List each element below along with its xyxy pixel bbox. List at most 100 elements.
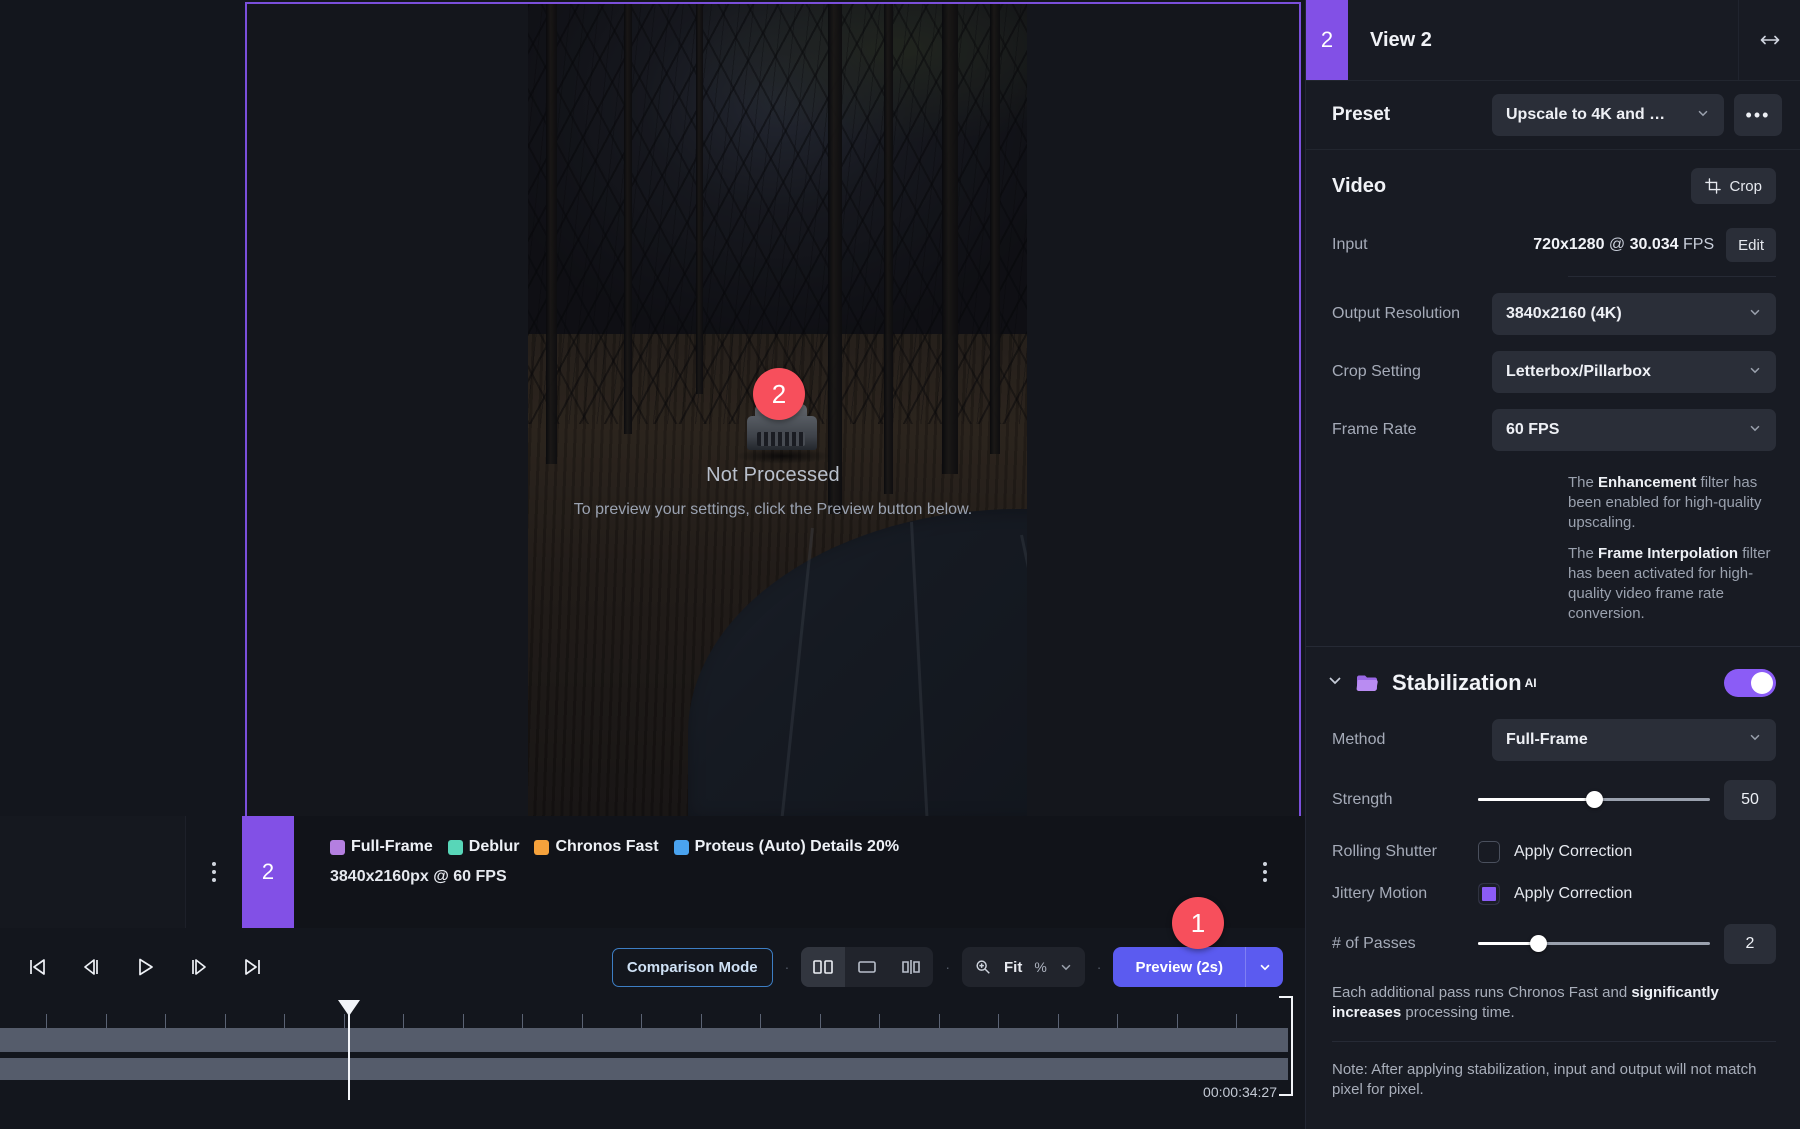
jittery-motion-checkbox[interactable] <box>1478 883 1500 905</box>
go-to-start-button[interactable] <box>10 945 64 989</box>
frame-interpolation-note: The Frame Interpolation filter has been … <box>1568 544 1776 623</box>
skip-forward-icon <box>241 955 265 979</box>
chevron-down-icon <box>1258 960 1272 974</box>
magnifier-icon <box>974 958 992 976</box>
jittery-motion-row: Jittery Motion Apply Correction <box>1332 883 1776 905</box>
view-info-bar: 2 Full-Frame Deblur Chronos Fast <box>0 816 1305 928</box>
comparison-mode-button[interactable]: Comparison Mode <box>612 948 773 987</box>
input-resolution: 720x1280 <box>1533 236 1604 253</box>
video-enhance-app: Not Processed To preview your settings, … <box>0 0 1800 1129</box>
preset-more-button[interactable]: ••• <box>1734 94 1782 136</box>
passes-value[interactable]: 2 <box>1724 924 1776 964</box>
output-resolution-line: 3840x2160px @ 60 FPS <box>330 868 1225 886</box>
filter-chip: Chronos Fast <box>534 838 658 856</box>
enhancement-note: The Enhancement filter has been enabled … <box>1568 473 1776 532</box>
stabilization-folder-icon <box>1354 672 1380 694</box>
timecode-readout: 00:00:34:27 <box>1203 1084 1277 1100</box>
rolling-shutter-checkbox[interactable] <box>1478 841 1500 863</box>
slider-knob[interactable] <box>1586 791 1603 808</box>
side-by-side-view-icon[interactable] <box>889 947 933 987</box>
input-value: 720x1280 @ 30.034 FPS <box>1533 236 1714 254</box>
passes-slider[interactable] <box>1478 923 1710 965</box>
preset-select[interactable]: Upscale to 4K and … <box>1492 94 1724 136</box>
layout-mode-group <box>801 947 933 987</box>
method-select[interactable]: Full-Frame <box>1492 719 1776 761</box>
chevron-down-icon[interactable] <box>1326 671 1344 694</box>
zoom-control[interactable]: Fit % <box>962 947 1085 987</box>
chevron-down-icon <box>1748 421 1762 440</box>
hint-divider <box>1332 1041 1776 1042</box>
slider-knob[interactable] <box>1530 935 1547 952</box>
crop-button-label: Crop <box>1729 178 1762 195</box>
crop-button[interactable]: Crop <box>1691 168 1776 204</box>
expand-glyph <box>1757 31 1783 49</box>
filter-notes: The Enhancement filter has been enabled … <box>1568 473 1776 624</box>
crop-setting-select[interactable]: Letterbox/Pillarbox <box>1492 351 1776 393</box>
frame-rate-label: Frame Rate <box>1332 421 1492 439</box>
method-row: Method Full-Frame <box>1332 719 1776 761</box>
strength-slider[interactable] <box>1478 779 1710 821</box>
frame-rate-row: Frame Rate 60 FPS <box>1332 409 1776 451</box>
crop-setting-label: Crop Setting <box>1332 363 1492 381</box>
view-options-menu-left[interactable] <box>186 816 242 928</box>
annotation-badge-1: 1 <box>1172 897 1224 949</box>
transport-bar: Comparison Mode · <box>0 934 1305 1000</box>
output-resolution-label: Output Resolution <box>1332 305 1492 323</box>
timeline-track-audio[interactable] <box>0 1058 1288 1080</box>
annotation-badge-2: 2 <box>753 368 805 420</box>
timeline-track-video[interactable] <box>0 1028 1288 1052</box>
passes-row: # of Passes 2 <box>1332 923 1776 965</box>
settings-panel: 2 View 2 Preset Upscale to 4K and … ••• … <box>1305 0 1800 1129</box>
preset-select-value: Upscale to 4K and … <box>1506 106 1665 124</box>
step-forward-button[interactable] <box>172 945 226 989</box>
preview-button[interactable]: Preview (2s) <box>1113 947 1245 987</box>
preset-label: Preset <box>1332 104 1390 126</box>
slider-track <box>1478 942 1710 945</box>
step-back-icon <box>79 955 103 979</box>
output-resolution-select[interactable]: 3840x2160 (4K) <box>1492 293 1776 335</box>
expand-horizontal-icon[interactable] <box>1738 0 1800 80</box>
input-fps-value: 30.034 <box>1630 236 1679 253</box>
strength-row: Strength 50 <box>1332 779 1776 821</box>
view-number-tag: 2 <box>242 816 294 928</box>
strength-label: Strength <box>1332 791 1478 809</box>
jittery-motion-checkbox-label: Apply Correction <box>1514 885 1632 903</box>
stabilization-toggle[interactable] <box>1724 669 1776 697</box>
folder-glyph <box>1354 672 1380 694</box>
video-section-title: Video <box>1332 175 1386 198</box>
jittery-motion-label: Jittery Motion <box>1332 885 1478 903</box>
play-button[interactable] <box>118 945 172 989</box>
view-options-menu-right[interactable] <box>1225 816 1305 928</box>
preview-dropdown-button[interactable] <box>1245 947 1283 987</box>
video-section: Video Crop Input 720x1280 @ 30.034 FPS E… <box>1306 150 1800 624</box>
step-back-button[interactable] <box>64 945 118 989</box>
passes-label: # of Passes <box>1332 935 1478 953</box>
frame-rate-value: 60 FPS <box>1506 421 1559 439</box>
input-fps-unit: FPS <box>1683 236 1714 253</box>
edit-input-button[interactable]: Edit <box>1726 228 1776 262</box>
chevron-down-icon <box>1059 960 1073 974</box>
strength-value[interactable]: 50 <box>1724 780 1776 820</box>
go-to-end-button[interactable] <box>226 945 280 989</box>
out-point-bracket[interactable] <box>1279 996 1293 1096</box>
filter-chip: Proteus (Auto) Details 20% <box>674 838 899 856</box>
filter-swatch-icon <box>534 840 549 855</box>
frame-rate-select[interactable]: 60 FPS <box>1492 409 1776 451</box>
kebab-menu-icon <box>1263 862 1267 882</box>
input-label: Input <box>1332 236 1368 254</box>
rolling-shutter-checkbox-label: Apply Correction <box>1514 843 1632 861</box>
timeline[interactable]: 00:00:34:27 <box>0 1000 1305 1129</box>
method-value: Full-Frame <box>1506 731 1588 749</box>
crop-setting-value: Letterbox/Pillarbox <box>1506 363 1651 381</box>
single-view-icon[interactable] <box>845 947 889 987</box>
filter-chip-label: Proteus (Auto) Details 20% <box>695 838 899 856</box>
chevron-down-icon <box>1748 305 1762 324</box>
info-left-pane <box>0 816 186 928</box>
side-by-side-glyph <box>900 958 922 976</box>
output-resolution-row: Output Resolution 3840x2160 (4K) <box>1332 293 1776 335</box>
chevron-down-icon <box>1748 363 1762 382</box>
filter-chip-list: Full-Frame Deblur Chronos Fast Proteus (… <box>330 838 1225 856</box>
panel-header: 2 View 2 <box>1306 0 1800 80</box>
split-view-icon[interactable] <box>801 947 845 987</box>
stabilization-title: Stabilization <box>1392 670 1522 696</box>
